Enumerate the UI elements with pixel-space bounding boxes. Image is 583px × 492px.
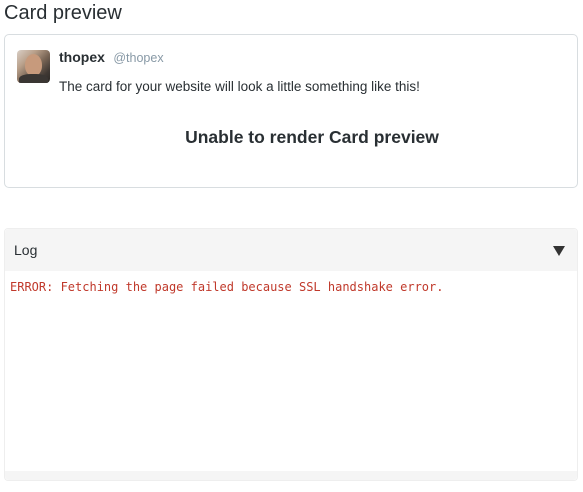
log-header[interactable]: Log: [5, 229, 577, 271]
caret-down-icon[interactable]: [553, 246, 565, 256]
card-status-message: Unable to render Card preview: [185, 127, 439, 147]
log-body: ERROR: Fetching the page failed because …: [5, 271, 577, 472]
avatar: [17, 50, 50, 83]
page-title: Card preview: [4, 2, 122, 24]
log-footer: [5, 471, 577, 480]
log-panel: Log ERROR: Fetching the page failed beca…: [4, 228, 578, 481]
avatar-shirt: [19, 74, 48, 83]
card-text: The card for your website will look a li…: [59, 79, 420, 94]
avatar-face: [25, 54, 42, 76]
log-title: Log: [14, 242, 38, 258]
card-preview: thopex @thopex The card for your website…: [4, 34, 578, 188]
log-error-line: ERROR: Fetching the page failed because …: [10, 280, 444, 294]
user-line: thopex @thopex: [59, 48, 164, 67]
user-handle: @thopex: [113, 51, 164, 65]
user-name: thopex: [59, 49, 105, 65]
